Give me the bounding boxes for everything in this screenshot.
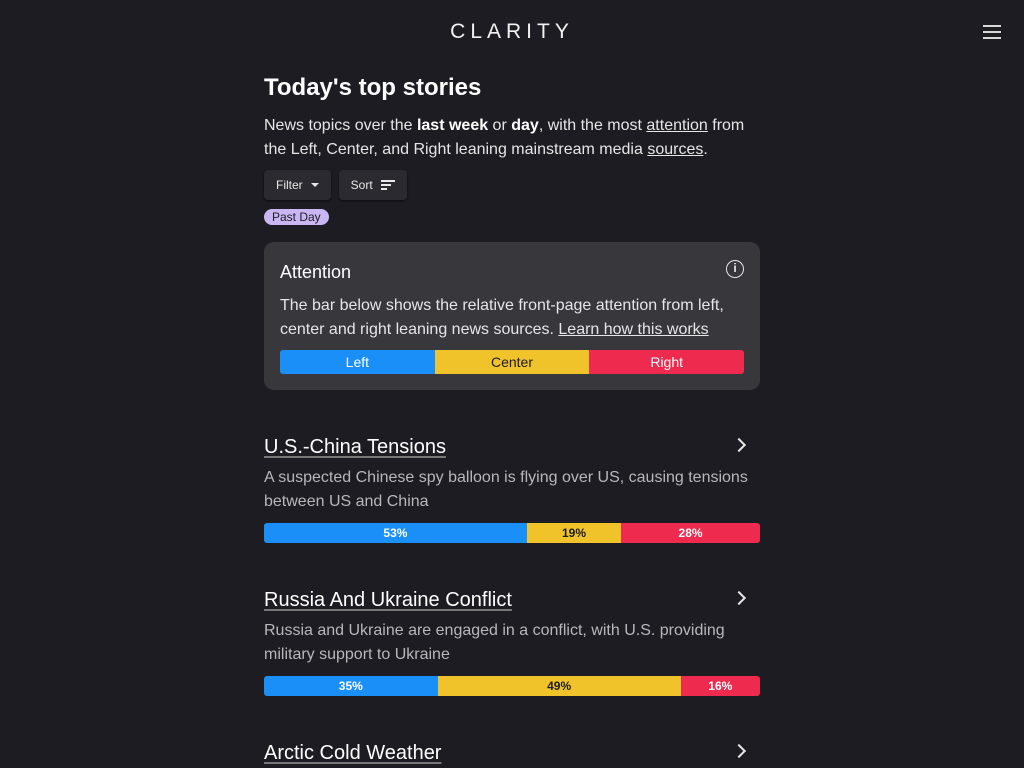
legend-center: Center (434, 350, 590, 374)
sort-icon (380, 180, 395, 190)
intro-part: , with the most (538, 117, 647, 134)
bar-right: 28% (621, 523, 760, 543)
story-title[interactable]: Russia And Ukraine Conflict (264, 587, 760, 613)
legend-left: Left (280, 350, 435, 374)
attention-legend-bar: Left Center Right (280, 350, 744, 374)
intro-part: or (488, 117, 512, 134)
intro-part: News topics over the (264, 117, 417, 134)
story-description: A suspected Chinese spy balloon is flyin… (264, 469, 748, 510)
sort-label: Sort (350, 178, 373, 192)
filter-label: Filter (276, 178, 303, 192)
top-bar: CLARITY (0, 0, 1024, 64)
bar-left: 53% (264, 523, 527, 543)
sources-link[interactable]: sources (647, 141, 703, 158)
intro-day: day (511, 117, 539, 134)
story-attention-bar: 53% 19% 28% (264, 523, 760, 543)
attention-card: Attention i The bar below shows the rela… (264, 242, 760, 390)
sort-button[interactable]: Sort (338, 170, 407, 200)
story-card[interactable]: Russia And Ukraine Conflict Russia and U… (264, 587, 760, 696)
story-title[interactable]: Arctic Cold Weather (264, 740, 760, 766)
bar-center: 19% (526, 523, 622, 543)
story-card[interactable]: Arctic Cold Weather (264, 740, 760, 766)
caret-down-icon (310, 183, 319, 187)
hamburger-menu-icon[interactable] (982, 22, 1002, 42)
attention-link[interactable]: attention (646, 117, 707, 134)
attention-card-title: Attention (280, 262, 352, 282)
page-title: Today's top stories (264, 74, 482, 101)
bar-center: 49% (437, 676, 681, 696)
main-content: Today's top stories News topics over the… (264, 72, 760, 766)
story-card[interactable]: U.S.-China Tensions A suspected Chinese … (264, 434, 760, 543)
learn-how-link[interactable]: Learn how this works (558, 321, 708, 338)
attention-card-body: The bar below shows the relative front-p… (280, 294, 744, 342)
story-attention-bar: 35% 49% 16% (264, 676, 760, 696)
legend-right: Right (589, 350, 744, 374)
logo[interactable]: CLARITY (0, 20, 1024, 44)
info-icon[interactable]: i (726, 260, 744, 278)
intro-part: . (703, 141, 708, 158)
story-description: Russia and Ukraine are engaged in a conf… (264, 622, 725, 663)
time-filter-chip[interactable]: Past Day (264, 209, 329, 225)
bar-right: 16% (680, 676, 760, 696)
intro-last-week: last week (416, 117, 489, 134)
bar-left: 35% (264, 676, 438, 696)
intro-text: News topics over the last week or day, w… (264, 114, 760, 162)
controls: Filter Sort (264, 170, 760, 200)
filter-button[interactable]: Filter (264, 170, 331, 200)
story-title[interactable]: U.S.-China Tensions (264, 434, 760, 460)
